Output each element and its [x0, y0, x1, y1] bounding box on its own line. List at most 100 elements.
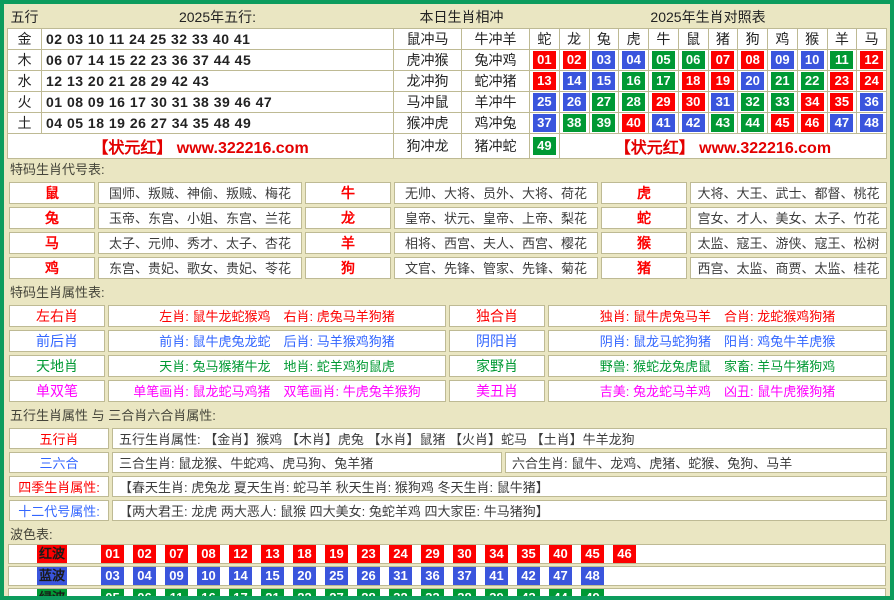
- number-chip: 17: [229, 589, 252, 600]
- number-chip: 39: [592, 114, 615, 132]
- number-chip: 13: [533, 72, 556, 90]
- attr-label: 家野肖: [449, 355, 545, 377]
- chong-cell: 兔冲鸡: [462, 49, 530, 70]
- zodiac-attrs-table: 左右肖左肖: 鼠牛龙蛇猴鸡 右肖: 虎兔马羊狗猪独合肖独肖: 鼠牛虎兔马羊 合肖…: [6, 302, 890, 405]
- website-link[interactable]: 【状元红】 www.322216.com: [559, 133, 886, 158]
- attr-text: 前肖: 鼠牛虎兔龙蛇 后肖: 马羊猴鸡狗猪: [108, 330, 446, 352]
- number-cell: 24: [857, 70, 887, 91]
- number-cell: 38: [559, 112, 589, 133]
- number-cell: 15: [589, 70, 619, 91]
- attr-label: 单双笔: [9, 380, 105, 402]
- code-names: 无帅、大将、员外、大将、荷花: [394, 182, 598, 204]
- number-cell: 10: [797, 49, 827, 70]
- number-chip: 41: [652, 114, 675, 132]
- number-chip: 35: [517, 545, 540, 563]
- number-chip: 14: [229, 567, 252, 585]
- number-chip: 32: [741, 93, 764, 111]
- table-row: 水12 13 20 21 28 29 42 43龙冲狗蛇冲猪1314151617…: [8, 70, 887, 91]
- number-chip: 09: [771, 51, 794, 69]
- number-chip: 10: [801, 51, 824, 69]
- code-names: 东宫、贵妃、歌女、贵妃、苓花: [98, 257, 302, 279]
- number-chip: 49: [533, 137, 556, 155]
- number-cell: 36: [857, 91, 887, 112]
- wave-row: 红波0102070812131819232429303435404546: [8, 544, 886, 564]
- number-chip: 27: [325, 589, 348, 600]
- number-cell: 12: [857, 49, 887, 70]
- table-row: 十二代号属性:【两大君王: 龙虎 两大恶人: 鼠猴 四大美女: 兔蛇羊鸡 四大家…: [9, 500, 887, 521]
- attr-label: 独合肖: [449, 305, 545, 327]
- chong-cell: 蛇冲猪: [462, 70, 530, 91]
- number-cell: 17: [649, 70, 679, 91]
- number-cell: 05: [649, 49, 679, 70]
- wave-numbers: 0102070812131819232429303435404546: [101, 545, 636, 563]
- number-chip: 38: [453, 589, 476, 600]
- number-chip: 35: [830, 93, 853, 111]
- zodiac-header: 马: [857, 28, 887, 49]
- combo-label: 十二代号属性:: [9, 500, 109, 521]
- zodiac-label: 羊: [305, 232, 391, 254]
- number-cell: 39: [589, 112, 619, 133]
- number-cell: 46: [797, 112, 827, 133]
- zodiac-label: 马: [9, 232, 95, 254]
- number-cell: 43: [708, 112, 738, 133]
- number-chip: 39: [485, 589, 508, 600]
- number-chip: 48: [581, 567, 604, 585]
- number-chip: 37: [533, 114, 556, 132]
- number-chip: 07: [711, 51, 734, 69]
- number-chip: 13: [261, 545, 284, 563]
- number-cell: 09: [768, 49, 798, 70]
- number-cell: 16: [619, 70, 649, 91]
- number-cell: 04: [619, 49, 649, 70]
- number-chip: 28: [357, 589, 380, 600]
- number-cell: 03: [589, 49, 619, 70]
- number-cell: 18: [678, 70, 708, 91]
- chong-cell: 羊冲牛: [462, 91, 530, 112]
- number-chip: 25: [533, 93, 556, 111]
- attrs-section-label: 特码生肖属性表:: [4, 282, 890, 302]
- combo-text: 【春天生肖: 虎兔龙 夏天生肖: 蛇马羊 秋天生肖: 猴狗鸡 冬天生肖: 鼠牛猪…: [112, 476, 887, 497]
- code-names: 太监、寇王、游侠、寇王、松树: [690, 232, 887, 254]
- number-chip: 06: [133, 589, 156, 600]
- number-chip: 08: [741, 51, 764, 69]
- number-chip: 06: [682, 51, 705, 69]
- attr-label: 天地肖: [9, 355, 105, 377]
- number-chip: 37: [453, 567, 476, 585]
- website-link[interactable]: 【状元红】 www.322216.com: [8, 133, 394, 158]
- combo-section-label: 五行生肖属性 与 三合肖六合肖属性:: [4, 405, 890, 425]
- code-names: 相将、西宫、夫人、西宫、樱花: [394, 232, 598, 254]
- zodiac-label: 牛: [305, 182, 391, 204]
- attr-label: 前后肖: [9, 330, 105, 352]
- table-row: 【状元红】 www.322216.com狗冲龙猪冲蛇49【状元红】 www.32…: [8, 133, 887, 158]
- table-row: 单双笔单笔画肖: 鼠龙蛇马鸡猪 双笔画肖: 牛虎兔羊猴狗美丑肖吉美: 兔龙蛇马羊…: [9, 380, 887, 402]
- number-cell: 28: [619, 91, 649, 112]
- number-chip: 44: [741, 114, 764, 132]
- number-chip: 36: [421, 567, 444, 585]
- number-chip: 18: [293, 545, 316, 563]
- number-chip: 22: [293, 589, 316, 600]
- attr-text: 野兽: 猴蛇龙兔虎鼠 家畜: 羊马牛猪狗鸡: [548, 355, 887, 377]
- zodiac-label: 虎: [601, 182, 687, 204]
- number-chip: 26: [357, 567, 380, 585]
- wave-label: 绿波: [37, 589, 67, 600]
- number-chip: 16: [197, 589, 220, 600]
- number-chip: 27: [592, 93, 615, 111]
- number-chip: 22: [801, 72, 824, 90]
- wave-row: 蓝波03040910141520252631363741424748: [8, 566, 886, 586]
- number-chip: 24: [389, 545, 412, 563]
- code-names: 文官、先锋、管家、先锋、菊花: [394, 257, 598, 279]
- zodiac-label: 狗: [305, 257, 391, 279]
- code-names: 国师、叛贼、神偷、叛贼、梅花: [98, 182, 302, 204]
- element-numbers: 01 08 09 16 17 30 31 38 39 46 47: [42, 91, 394, 112]
- number-cell: 25: [530, 91, 560, 112]
- chong-cell: 牛冲羊: [462, 28, 530, 49]
- number-cell: 23: [827, 70, 857, 91]
- number-chip: 05: [652, 51, 675, 69]
- combo-text: 六合生肖: 鼠牛、龙鸡、虎猪、蛇猴、兔狗、马羊: [505, 452, 887, 473]
- element-label: 火: [8, 91, 42, 112]
- code-names: 太子、元帅、秀才、太子、杏花: [98, 232, 302, 254]
- number-chip: 02: [133, 545, 156, 563]
- number-chip: 30: [453, 545, 476, 563]
- number-chip: 05: [101, 589, 124, 600]
- combo-attrs-table: 五行肖五行生肖属性: 【金肖】猴鸡 【木肖】虎兔 【水肖】鼠猪 【火肖】蛇马 【…: [6, 425, 890, 524]
- table-row: 天地肖天肖: 兔马猴猪牛龙 地肖: 蛇羊鸡狗鼠虎家野肖野兽: 猴蛇龙兔虎鼠 家畜…: [9, 355, 887, 377]
